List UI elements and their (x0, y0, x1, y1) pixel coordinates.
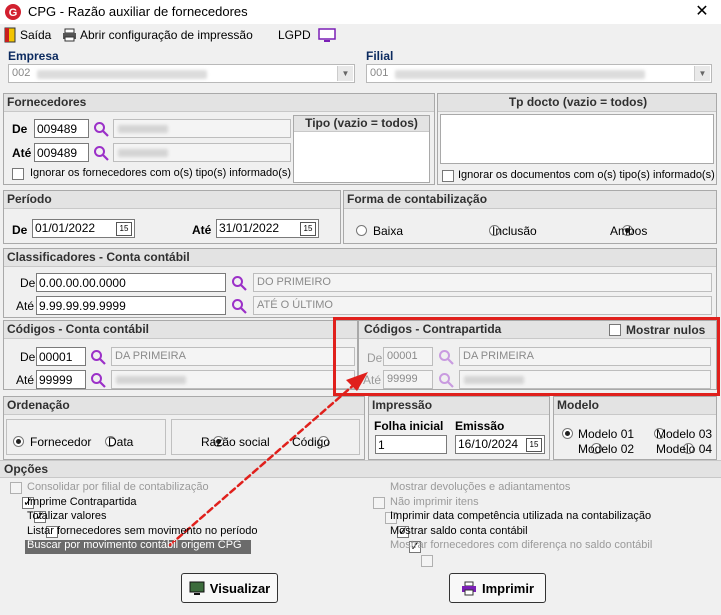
option-label: Imprimir data competência utilizada na c… (390, 510, 652, 522)
visualizar-label: Visualizar (209, 580, 271, 596)
option-label: Consolidar por filial de contabilização (27, 481, 209, 493)
printer-icon (461, 581, 476, 595)
option-label: Imprime Contrapartida (27, 495, 137, 508)
option-label: Não imprimir itens (390, 495, 479, 508)
imprimir-label: Imprimir (481, 580, 534, 596)
visualizar-button[interactable]: Visualizar (181, 573, 278, 603)
option-label: Mostrar devoluções e adiantamentos (390, 481, 571, 493)
option-label: Totalizar valores (27, 510, 107, 522)
monitor-icon (189, 581, 205, 595)
option-label: Buscar por movimento contábil origem CPG (27, 539, 242, 551)
option-label: Mostrar saldo conta contábil (390, 524, 528, 537)
annotation-arrow (168, 372, 368, 547)
imprimir-button[interactable]: Imprimir (449, 573, 546, 603)
option-label: Mostrar fornecedores com diferença no sa… (390, 539, 653, 551)
option-label: Listar fornecedores sem movimento no per… (27, 524, 258, 537)
